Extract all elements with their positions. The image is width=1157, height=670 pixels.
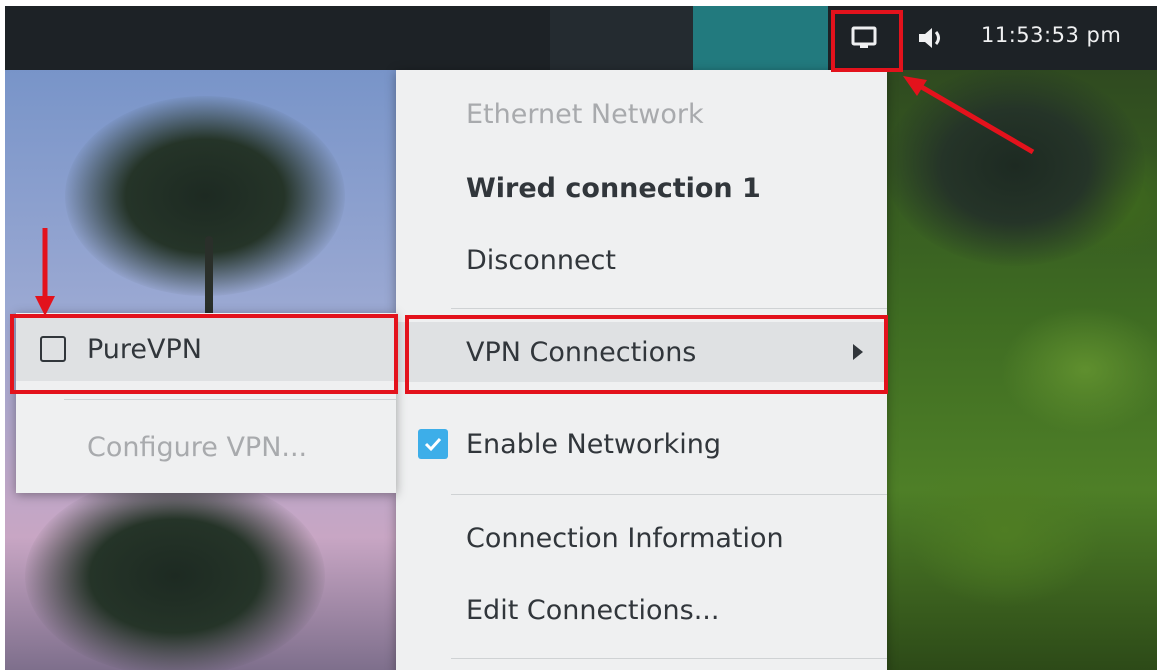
- arrow-to-network-icon: [903, 76, 1035, 155]
- arrow-to-purevpn: [35, 228, 55, 316]
- desktop: 11:53:53 pm Ethernet Network Wired conne…: [5, 6, 1157, 670]
- annotation-arrows: [35, 76, 1035, 316]
